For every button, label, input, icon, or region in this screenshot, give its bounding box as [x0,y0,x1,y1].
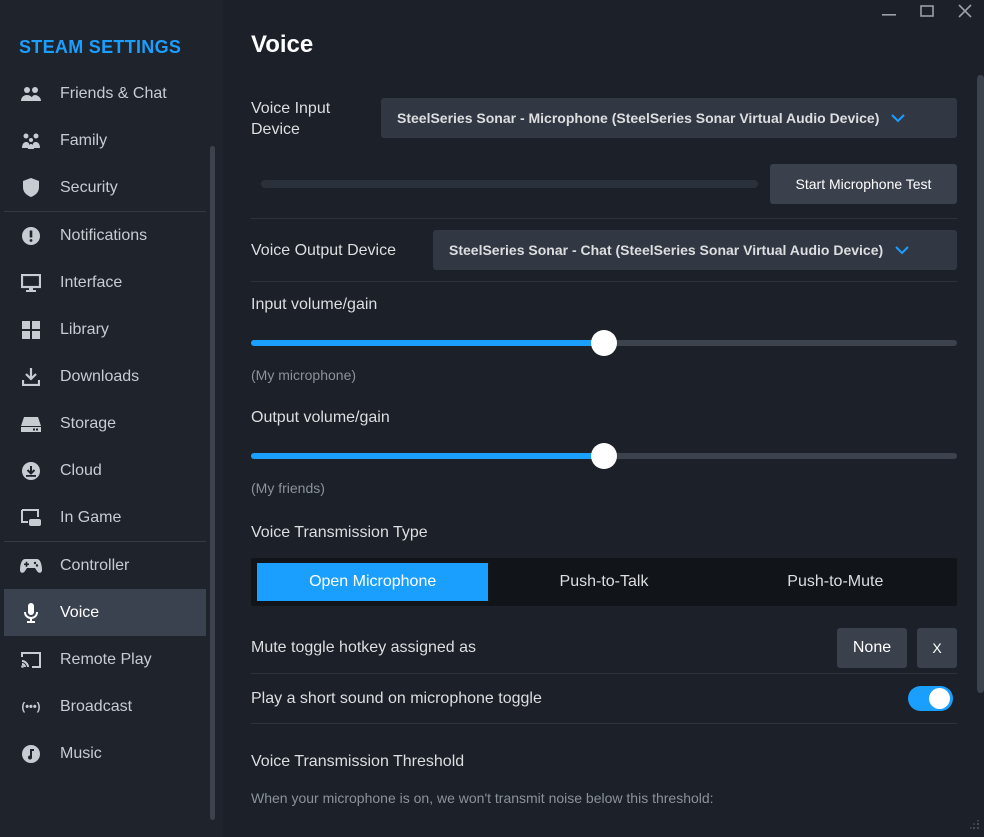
sidebar-item-label: Family [60,131,108,149]
toggle-sound-switch[interactable] [908,686,953,711]
sidebar-item-label: In Game [60,508,122,526]
threshold-desc: When your microphone is on, we won't tra… [251,790,714,806]
sidebar-item-label: Security [60,178,118,196]
toggle-sound-label: Play a short sound on microphone toggle [251,690,542,707]
toggle-sound-row: Play a short sound on microphone toggle [251,674,957,724]
mute-hotkey-row: Mute toggle hotkey assigned as None X [251,628,957,674]
sidebar-item-label: Library [60,320,109,338]
sidebar-item-label: Storage [60,414,117,432]
start-mic-test-button[interactable]: Start Microphone Test [770,164,957,204]
friends-icon [20,83,42,105]
alert-icon [20,225,42,247]
sidebar-item-label: Voice [60,603,100,621]
mute-hotkey-label: Mute toggle hotkey assigned as [251,639,477,656]
input-volume-sub: (My microphone) [251,367,357,383]
settings-content: Voice Input Device SteelSeries Sonar - M… [251,96,957,806]
sidebar-item-notifications[interactable]: Notifications [4,212,206,259]
input-volume-slider[interactable] [251,330,957,356]
sidebar-item-label: Remote Play [60,650,152,668]
resize-grip-icon[interactable] [970,820,980,833]
sidebar-item-controller[interactable]: Controller [4,542,206,589]
output-volume-label: Output volume/gain [251,409,390,426]
sidebar-item-library[interactable]: Library [4,306,206,353]
sidebar-item-security[interactable]: Security [4,164,206,211]
sidebar-item-voice[interactable]: Voice [4,589,206,636]
sidebar-item-label: Friends & Chat [60,84,167,102]
gamepad-icon [20,555,42,577]
main-scrollbar[interactable] [977,75,984,693]
output-device-dropdown[interactable]: SteelSeries Sonar - Chat (SteelSeries So… [433,230,957,270]
output-volume-sub: (My friends) [251,480,325,496]
transmission-type-selector: Open Microphone Push-to-Talk Push-to-Mut… [251,558,957,606]
input-volume-fill [251,340,604,346]
sidebar-item-storage[interactable]: Storage [4,400,206,447]
sidebar-item-label: Controller [60,556,130,574]
threshold-section: Voice Transmission Threshold When your m… [251,724,957,806]
family-icon [20,130,42,152]
sidebar-item-label: Cloud [60,461,102,479]
input-volume-knob[interactable] [591,330,617,356]
sidebar-item-label: Music [60,744,102,762]
input-device-dropdown[interactable]: SteelSeries Sonar - Microphone (SteelSer… [381,98,957,138]
sidebar-item-friends-chat[interactable]: Friends & Chat [4,70,206,117]
page-title: Voice [251,31,314,58]
sidebar-item-music[interactable]: Music [4,730,206,777]
sidebar-item-label: Broadcast [60,697,133,715]
output-device-value: SteelSeries Sonar - Chat (SteelSeries So… [449,242,884,258]
close-icon[interactable] [946,0,984,22]
transmission-type-label: Voice Transmission Type [251,524,428,541]
option-open-microphone[interactable]: Open Microphone [257,563,489,601]
sidebar-item-cloud[interactable]: Cloud [4,447,206,494]
output-device-label: Voice Output Device [251,242,396,259]
grid-icon [20,319,42,341]
output-volume-row: Output volume/gain (My friends) [251,395,957,508]
sidebar-item-broadcast[interactable]: (•••) Broadcast [4,683,206,730]
output-volume-knob[interactable] [591,443,617,469]
mic-level-meter [261,180,758,188]
threshold-label: Voice Transmission Threshold [251,753,465,770]
sidebar-item-remote-play[interactable]: Remote Play [4,636,206,683]
input-device-value: SteelSeries Sonar - Microphone (SteelSer… [397,110,880,126]
chevron-down-icon [895,242,909,258]
window-controls [870,0,984,22]
mute-hotkey-button[interactable]: None [837,628,907,668]
broadcast-icon: (•••) [21,700,41,713]
drive-icon [20,413,42,435]
output-volume-slider[interactable] [251,443,957,469]
maximize-icon[interactable] [908,0,946,22]
clear-hotkey-button[interactable]: X [917,628,957,668]
input-volume-row: Input volume/gain (My microphone) [251,282,957,395]
microphone-icon [20,602,42,624]
sidebar-item-in-game[interactable]: In Game [4,494,206,541]
ingame-icon [20,507,42,529]
music-icon [20,743,42,765]
monitor-icon [20,272,42,294]
sidebar-item-label: Notifications [60,226,148,244]
output-device-row: Voice Output Device SteelSeries Sonar - … [251,219,957,282]
option-push-to-talk[interactable]: Push-to-Talk [488,563,719,601]
sidebar-item-label: Downloads [60,367,140,385]
sidebar-item-downloads[interactable]: Downloads [4,353,206,400]
transmission-type-row: Voice Transmission Type Open Microphone … [251,508,957,636]
sidebar-scrollbar[interactable] [210,146,215,820]
sidebar: STEAM SETTINGS Friends & Chat Family Sec… [0,0,223,837]
input-device-label: Voice Input Device [251,100,331,138]
toggle-knob [929,688,950,709]
sidebar-item-label: Interface [60,273,123,291]
input-volume-label: Input volume/gain [251,296,378,313]
output-volume-fill [251,453,604,459]
cloud-icon [20,460,42,482]
sidebar-item-family[interactable]: Family [4,117,206,164]
download-icon [20,366,42,388]
sidebar-nav: Friends & Chat Family Security Notificat… [4,70,206,777]
shield-icon [20,177,42,199]
minimize-icon[interactable] [870,0,908,22]
chevron-down-icon [891,110,906,126]
sidebar-title: STEAM SETTINGS [19,37,182,57]
input-device-row: Voice Input Device SteelSeries Sonar - M… [251,96,957,219]
option-push-to-mute[interactable]: Push-to-Mute [720,563,951,601]
sidebar-item-interface[interactable]: Interface [4,259,206,306]
main-panel: Voice Voice Input Device SteelSeries Son… [223,0,984,837]
cast-icon [20,649,42,671]
